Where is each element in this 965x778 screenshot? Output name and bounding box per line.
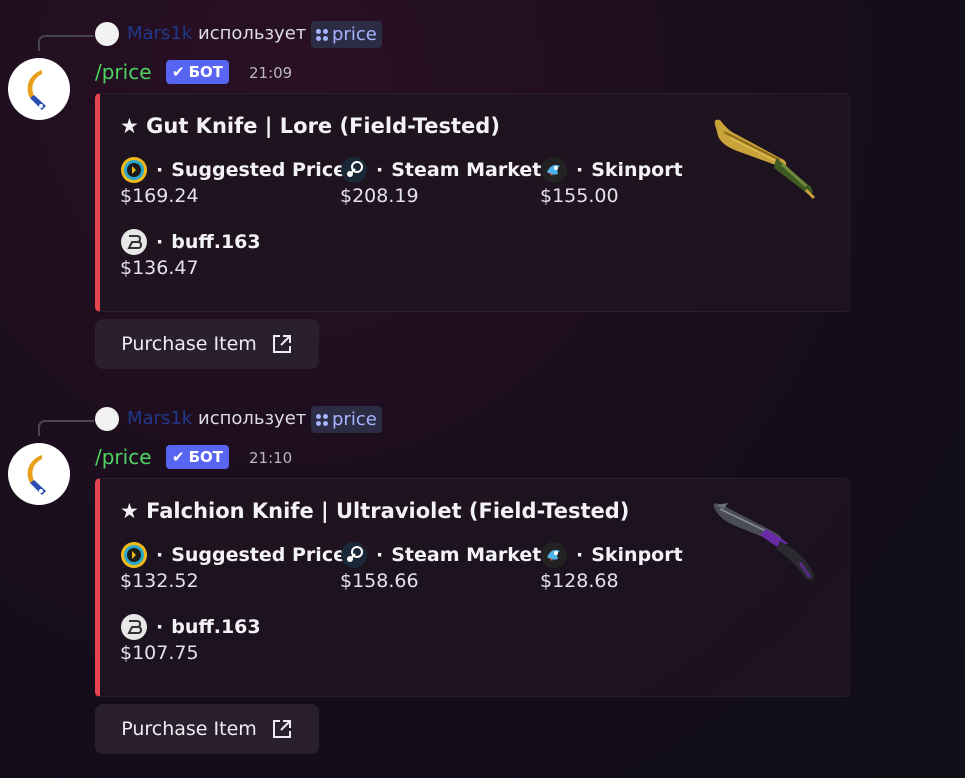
field-value: $158.66 — [340, 570, 419, 592]
reply-avatar[interactable] — [95, 407, 119, 431]
price-embed: ★ Falchion Knife | Ultraviolet (Field-Te… — [95, 478, 850, 697]
field-label: Suggested Price — [171, 159, 346, 181]
field-separator: · — [156, 231, 164, 253]
field-label: Steam Market — [391, 159, 542, 181]
reply-username[interactable]: Mars1k — [127, 23, 192, 44]
field-label: Steam Market — [391, 544, 542, 566]
bot-avatar[interactable] — [8, 443, 70, 505]
field-value: $208.19 — [340, 185, 419, 207]
command-icon — [316, 28, 328, 41]
external-link-icon — [272, 335, 291, 353]
command-icon — [316, 413, 328, 426]
reply-connector — [38, 420, 94, 436]
bot-avatar[interactable] — [8, 58, 70, 120]
knife-avatar-icon — [27, 70, 46, 110]
external-link-icon — [272, 720, 291, 738]
field-skinport: · Skinport $155.00 — [540, 156, 683, 207]
field-steam-market: · Steam Market $208.19 — [340, 156, 541, 207]
price-embed: ★ Gut Knife | Lore (Field-Tested) · Sugg… — [95, 93, 850, 312]
field-value: $128.68 — [540, 570, 619, 592]
purchase-item-label: Purchase Item — [121, 333, 257, 355]
steam-icon — [341, 542, 367, 568]
field-buff163: · buff.163 $136.47 — [120, 228, 261, 279]
purchase-item-button[interactable]: Purchase Item — [95, 319, 319, 369]
field-separator: · — [576, 159, 584, 181]
purchase-item-button[interactable]: Purchase Item — [95, 704, 319, 754]
field-separator: · — [156, 616, 164, 638]
field-label: buff.163 — [171, 231, 261, 253]
command-chip[interactable]: price — [311, 21, 382, 48]
command-name: price — [332, 409, 377, 430]
field-label: Skinport — [591, 544, 683, 566]
reply-uses-text: использует — [198, 408, 307, 429]
bot-name[interactable]: /price — [95, 60, 152, 84]
bot-tag-label: БОТ — [188, 63, 223, 81]
field-value: $107.75 — [120, 642, 199, 664]
field-label: buff.163 — [171, 616, 261, 638]
knife-avatar-icon — [27, 455, 46, 495]
field-suggested-price: · Suggested Price $132.52 — [120, 541, 346, 592]
field-separator: · — [376, 159, 384, 181]
field-value: $155.00 — [540, 185, 619, 207]
reply-uses-text: использует — [198, 23, 307, 44]
bot-name[interactable]: /price — [95, 445, 152, 469]
bot-tag: ✔ БОТ — [166, 60, 229, 84]
field-separator: · — [156, 159, 164, 181]
skinport-icon — [541, 157, 567, 183]
suggested-price-icon — [121, 542, 147, 568]
check-icon: ✔ — [172, 448, 185, 466]
command-name: price — [332, 24, 377, 45]
field-skinport: · Skinport $128.68 — [540, 541, 683, 592]
field-label: Skinport — [591, 159, 683, 181]
steam-icon — [341, 157, 367, 183]
buff-icon — [121, 614, 147, 640]
embed-title: ★ Gut Knife | Lore (Field-Tested) — [120, 114, 500, 138]
command-chip[interactable]: price — [311, 406, 382, 433]
field-value: $132.52 — [120, 570, 199, 592]
field-suggested-price: · Suggested Price $169.24 — [120, 156, 346, 207]
field-label: Suggested Price — [171, 544, 346, 566]
field-value: $169.24 — [120, 185, 199, 207]
field-buff163: · buff.163 $107.75 — [120, 613, 261, 664]
reply-avatar[interactable] — [95, 22, 119, 46]
suggested-price-icon — [121, 157, 147, 183]
skinport-icon — [541, 542, 567, 568]
field-separator: · — [376, 544, 384, 566]
check-icon: ✔ — [172, 63, 185, 81]
reply-username[interactable]: Mars1k — [127, 408, 192, 429]
bot-tag: ✔ БОТ — [166, 445, 229, 469]
field-separator: · — [156, 544, 164, 566]
field-value: $136.47 — [120, 257, 199, 279]
field-steam-market: · Steam Market $158.66 — [340, 541, 541, 592]
field-separator: · — [576, 544, 584, 566]
embed-title: ★ Falchion Knife | Ultraviolet (Field-Te… — [120, 499, 630, 523]
bot-tag-label: БОТ — [188, 448, 223, 466]
timestamp[interactable]: 21:09 — [249, 64, 292, 82]
reply-connector — [38, 35, 94, 51]
falchion-knife-thumbnail[interactable] — [710, 493, 820, 588]
gut-knife-thumbnail[interactable] — [710, 108, 820, 203]
timestamp[interactable]: 21:10 — [249, 449, 292, 467]
buff-icon — [121, 229, 147, 255]
purchase-item-label: Purchase Item — [121, 718, 257, 740]
